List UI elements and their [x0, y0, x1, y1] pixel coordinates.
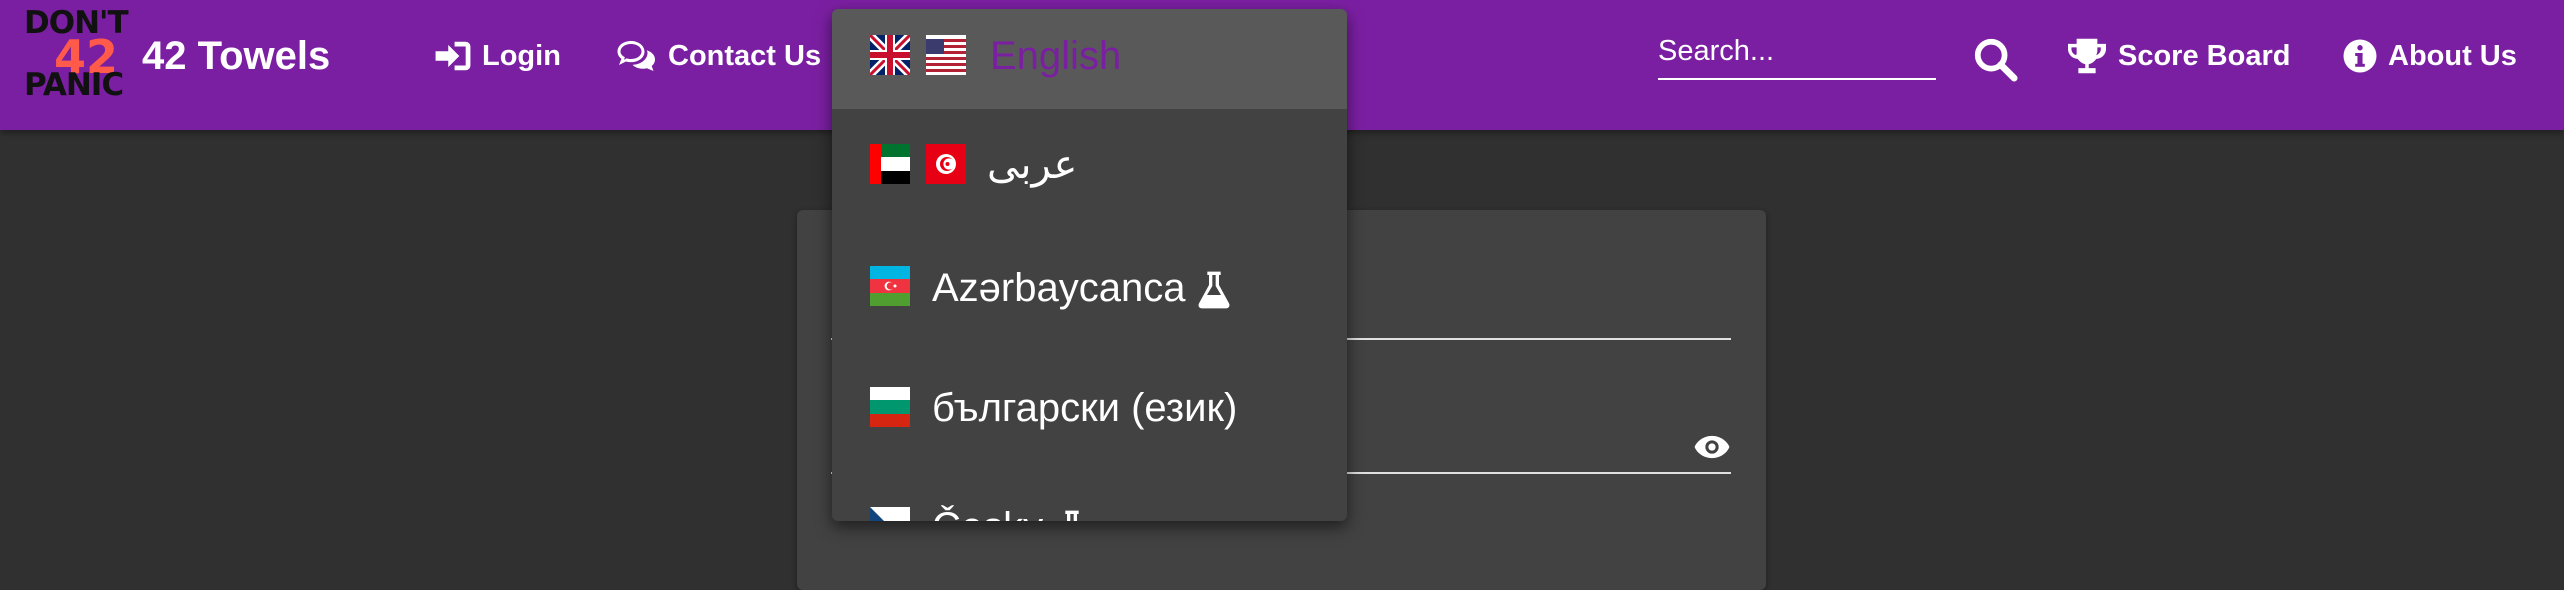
- login-button[interactable]: Login: [434, 34, 561, 78]
- flask-icon: [1199, 272, 1230, 309]
- login-label: Login: [482, 39, 561, 72]
- score-board-label: Score Board: [2118, 39, 2291, 72]
- flask-icon: [1065, 511, 1079, 521]
- eye-icon[interactable]: [1693, 434, 1731, 460]
- info-circle-icon: [2343, 39, 2377, 73]
- sign-in-icon: [435, 41, 471, 71]
- uk-flag-icon: [870, 35, 910, 75]
- language-menu: English عربى Azərbaycanca български (ези…: [832, 9, 1347, 521]
- bulgaria-flag-icon: [870, 387, 910, 427]
- search-input[interactable]: [1658, 26, 1936, 76]
- about-us-button[interactable]: About Us: [2342, 34, 2517, 78]
- language-option-bulgarian[interactable]: български (език): [832, 349, 1347, 459]
- app-title[interactable]: 42 Towels: [142, 32, 330, 80]
- czech-flag-icon: [870, 507, 910, 521]
- contact-us-label: Contact Us: [668, 39, 822, 72]
- search-field[interactable]: [1658, 26, 1936, 80]
- search-icon[interactable]: [1972, 36, 2018, 82]
- language-label-bulgarian: български (език): [932, 386, 1238, 430]
- logo-text-bottom: PANIC: [24, 67, 124, 103]
- language-label-azerbaijani: Azərbaycanca: [932, 268, 1231, 310]
- language-label-czech: Česky: [932, 507, 1089, 521]
- comments-icon: [617, 41, 655, 71]
- score-board-button[interactable]: Score Board: [2066, 34, 2290, 78]
- language-label-english: English: [990, 34, 1122, 78]
- tunisia-flag-icon: [926, 144, 966, 184]
- language-option-arabic[interactable]: عربى: [832, 109, 1347, 219]
- language-label-azerbaijani-text: Azərbaycanca: [932, 266, 1186, 310]
- dont-panic-logo[interactable]: DON'T 42 PANIC: [24, 6, 140, 106]
- language-label-czech-text: Česky: [932, 505, 1043, 521]
- azerbaijan-flag-icon: [870, 266, 910, 306]
- language-option-azerbaijani[interactable]: Azərbaycanca: [832, 229, 1347, 339]
- us-flag-icon: [926, 35, 966, 75]
- trophy-icon: [2068, 38, 2106, 74]
- language-label-arabic: عربى: [987, 143, 1078, 187]
- about-us-label: About Us: [2388, 39, 2517, 72]
- language-option-czech[interactable]: Česky: [832, 469, 1347, 521]
- contact-us-button[interactable]: Contact Us: [616, 34, 821, 78]
- language-option-english[interactable]: English: [832, 9, 1347, 109]
- uae-flag-icon: [870, 144, 910, 184]
